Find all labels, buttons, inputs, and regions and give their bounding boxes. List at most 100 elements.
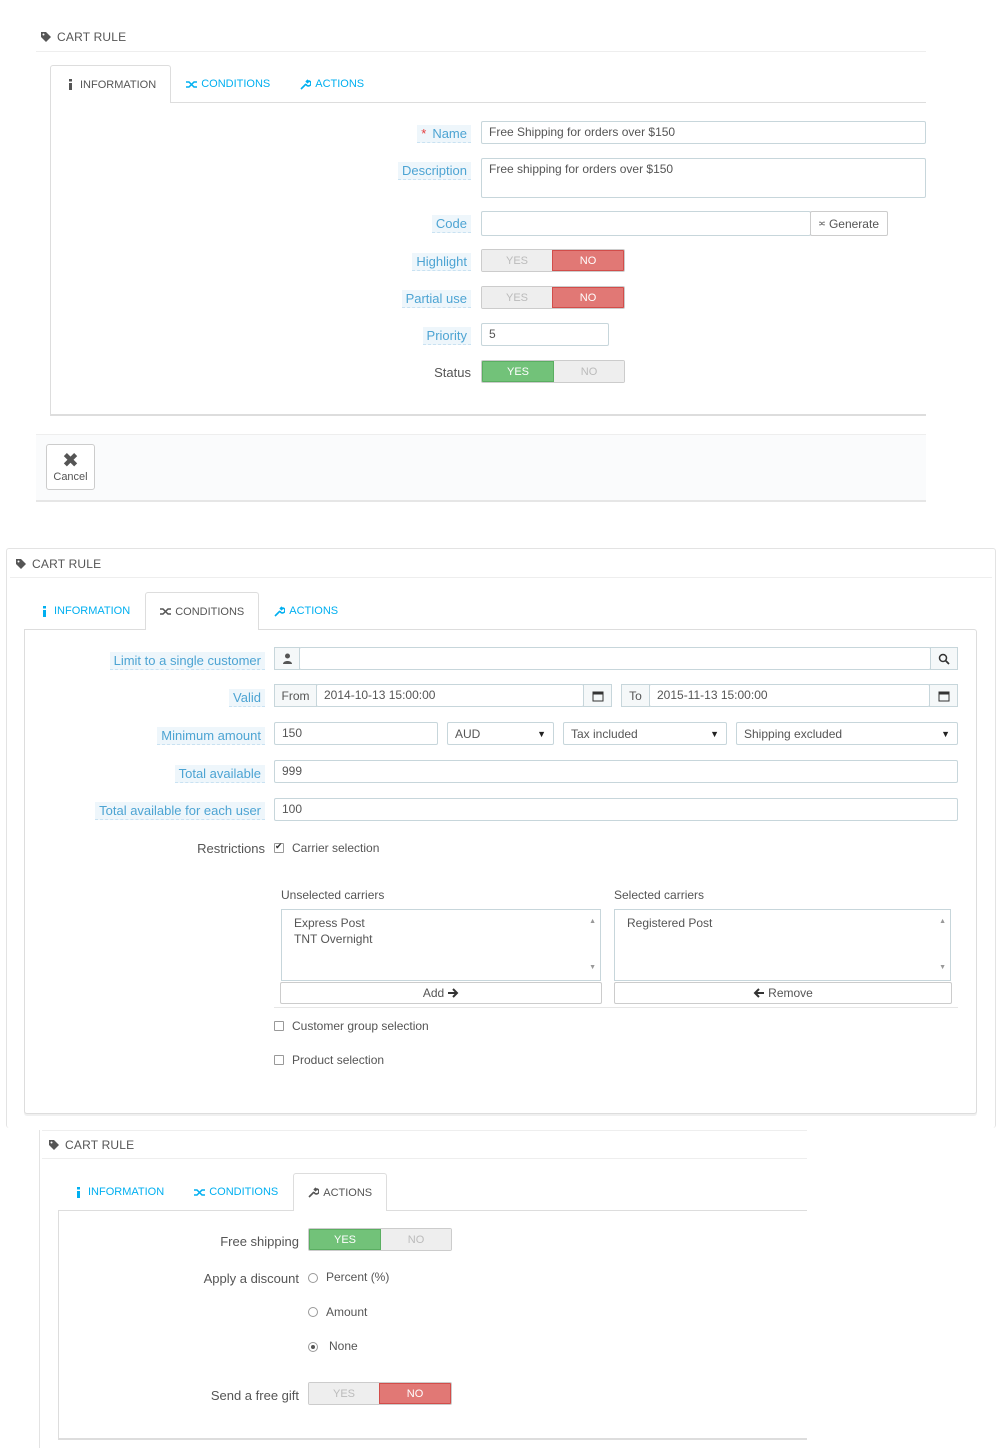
panel-heading-1: CART RULE: [40, 30, 126, 44]
tax-select[interactable]: Tax included ▼: [563, 722, 727, 745]
carrier-selection-label: Carrier selection: [292, 841, 380, 855]
status-label: Status: [434, 365, 471, 380]
customer-group-label: Customer group selection: [292, 1019, 429, 1033]
scroll-down-icon[interactable]: ▼: [589, 960, 596, 976]
scroll-down-icon[interactable]: ▼: [939, 960, 946, 976]
calendar-icon[interactable]: [583, 684, 612, 707]
product-selection-label: Product selection: [292, 1053, 385, 1067]
cancel-button[interactable]: ✖ Cancel: [46, 444, 95, 490]
status-switch[interactable]: YES NO: [481, 360, 625, 383]
currency-select[interactable]: AUD ▼: [447, 722, 554, 745]
description-label: Description: [397, 162, 471, 180]
percent-radio[interactable]: [308, 1273, 318, 1283]
total-available-input[interactable]: 999: [274, 760, 958, 783]
list-item[interactable]: Express Post: [294, 915, 588, 931]
arrow-left-icon: [753, 988, 765, 998]
status-no[interactable]: NO: [554, 361, 624, 382]
panel-title: CART RULE: [57, 30, 127, 44]
free-shipping-yes[interactable]: YES: [309, 1229, 381, 1250]
partial-use-label: Partial use: [401, 290, 471, 308]
tag-icon: [16, 559, 26, 569]
customer-search-input[interactable]: [299, 647, 931, 670]
close-icon: ✖: [62, 450, 79, 472]
valid-label: Valid: [229, 689, 265, 707]
product-selection-checkbox[interactable]: [274, 1055, 284, 1065]
info-icon: [69, 79, 72, 90]
scroll-up-icon[interactable]: ▲: [939, 914, 946, 930]
partial-use-yes[interactable]: YES: [482, 287, 552, 308]
date-to-input[interactable]: 2015-11-13 15:00:00: [649, 684, 930, 707]
tab-conditions[interactable]: CONDITIONS: [179, 1173, 293, 1210]
priority-input[interactable]: 5: [481, 323, 609, 346]
tab-conditions[interactable]: CONDITIONS: [145, 592, 260, 630]
unselected-carriers-list[interactable]: Express Post TNT Overnight ▲ ▼: [281, 909, 601, 981]
description-textarea[interactable]: Free shipping for orders over $150: [481, 158, 926, 198]
search-icon[interactable]: [930, 647, 958, 670]
to-addon: To: [621, 684, 650, 707]
tab-information[interactable]: INFORMATION: [58, 1173, 179, 1210]
apply-discount-label: Apply a discount: [203, 1271, 299, 1286]
calendar-icon[interactable]: [929, 684, 958, 707]
free-shipping-switch[interactable]: YES NO: [308, 1228, 452, 1251]
list-item[interactable]: TNT Overnight: [294, 931, 588, 947]
caret-down-icon: ▼: [537, 728, 546, 739]
tab-actions[interactable]: ACTIONS: [259, 592, 353, 629]
add-carrier-button[interactable]: Add: [280, 982, 602, 1004]
info-icon: [43, 605, 46, 617]
tab-information[interactable]: INFORMATION: [50, 65, 172, 103]
wrench-icon: [274, 605, 286, 617]
scroll-up-icon[interactable]: ▲: [589, 914, 596, 930]
shipping-select[interactable]: Shipping excluded ▼: [736, 722, 958, 745]
date-from-input[interactable]: 2014-10-13 15:00:00: [316, 684, 584, 707]
amount-radio[interactable]: [308, 1307, 318, 1317]
total-each-user-label: Total available for each user: [95, 802, 265, 820]
remove-carrier-button[interactable]: Remove: [614, 982, 952, 1004]
generate-button[interactable]: Generate: [810, 211, 888, 236]
highlight-label: Highlight: [412, 253, 471, 271]
partial-use-switch[interactable]: YES NO: [481, 286, 625, 309]
percent-label: Percent (%): [326, 1270, 390, 1284]
tag-icon: [49, 1140, 59, 1150]
name-input[interactable]: Free Shipping for orders over $150: [481, 121, 926, 144]
total-available-label: Total available: [174, 765, 265, 783]
panel-heading-2: CART RULE: [15, 557, 101, 571]
carrier-selection-checkbox[interactable]: [274, 841, 284, 853]
free-gift-switch[interactable]: YES NO: [308, 1382, 452, 1405]
caret-down-icon: ▼: [941, 728, 950, 739]
info-icon: [77, 1186, 80, 1198]
free-gift-no[interactable]: NO: [379, 1383, 451, 1404]
selected-carriers-list[interactable]: Registered Post ▲ ▼: [614, 909, 951, 981]
tab-information[interactable]: INFORMATION: [24, 592, 145, 629]
tag-icon: [41, 32, 51, 42]
random-icon: [194, 1188, 206, 1196]
tab-bar-3: INFORMATION CONDITIONS ACTIONS: [58, 1173, 388, 1211]
min-amount-label: Minimum amount: [157, 727, 265, 745]
free-gift-yes[interactable]: YES: [309, 1383, 379, 1404]
code-input[interactable]: [481, 211, 811, 236]
free-shipping-no[interactable]: NO: [381, 1229, 451, 1250]
highlight-yes[interactable]: YES: [482, 250, 552, 271]
min-amount-input[interactable]: 150: [274, 722, 438, 745]
highlight-switch[interactable]: YES NO: [481, 249, 625, 272]
restrictions-label: Restrictions: [197, 841, 265, 856]
tab-conditions[interactable]: CONDITIONS: [171, 65, 285, 102]
total-each-user-input[interactable]: 100: [274, 798, 958, 821]
priority-label: Priority: [422, 327, 471, 345]
panel-footer: [36, 434, 926, 502]
tab-bar-2: INFORMATION CONDITIONS ACTIONS: [24, 592, 353, 630]
partial-use-no[interactable]: NO: [552, 287, 624, 308]
status-yes[interactable]: YES: [482, 361, 554, 382]
wrench-icon: [308, 1187, 320, 1198]
tab-actions[interactable]: ACTIONS: [285, 65, 379, 102]
list-item[interactable]: Registered Post: [627, 915, 938, 931]
random-icon: [160, 608, 172, 615]
customer-group-checkbox[interactable]: [274, 1021, 284, 1031]
highlight-no[interactable]: NO: [552, 250, 624, 271]
tab-actions[interactable]: ACTIONS: [293, 1173, 388, 1211]
selected-carriers-label: Selected carriers: [614, 888, 705, 902]
amount-label: Amount: [326, 1305, 368, 1319]
arrow-right-icon: [448, 988, 459, 998]
none-radio[interactable]: [308, 1342, 318, 1352]
from-addon: From: [274, 684, 317, 707]
unselected-carriers-label: Unselected carriers: [281, 888, 385, 902]
